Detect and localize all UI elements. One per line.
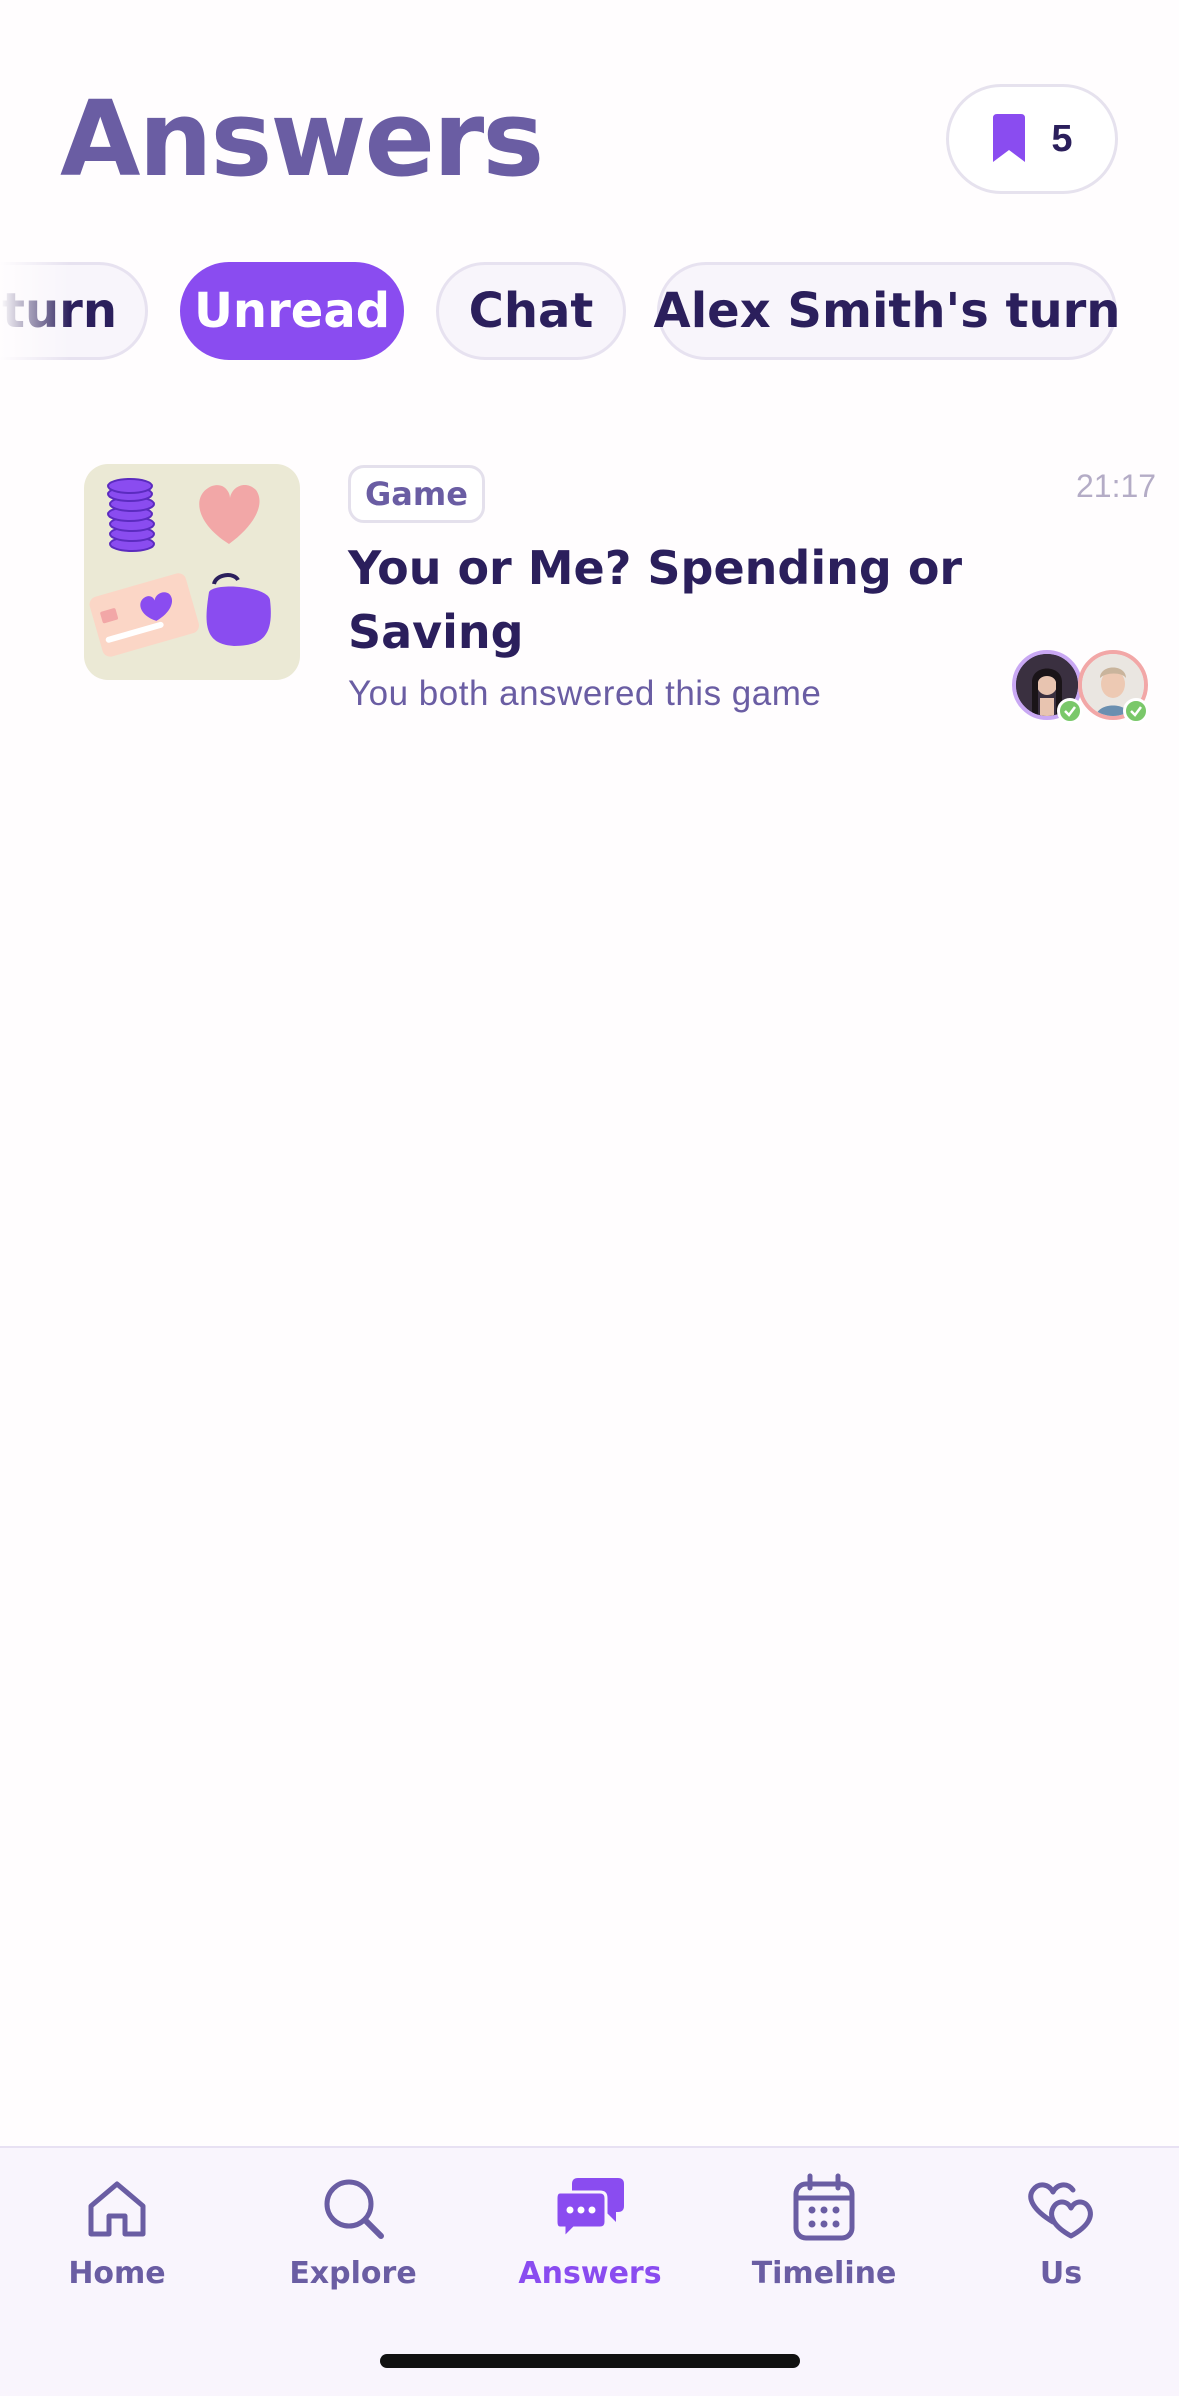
filter-chip-label: Alex Smith's turn — [653, 283, 1121, 339]
tab-label: Timeline — [751, 2256, 897, 2291]
tab-us[interactable]: Us — [961, 2172, 1161, 2302]
saved-button[interactable]: 5 — [946, 84, 1118, 194]
tab-label: Us — [1039, 2256, 1083, 2291]
check-icon — [1057, 698, 1083, 724]
coins-icon — [107, 478, 155, 552]
page-title: Answers — [60, 78, 544, 200]
saved-count: 5 — [1051, 117, 1073, 160]
tab-explore[interactable]: Explore — [253, 2172, 453, 2302]
filter-chip-label: Chat — [468, 283, 594, 339]
filter-row: turn Unread Chat Alex Smith's turn — [0, 262, 1179, 362]
tab-label: Home — [68, 2256, 166, 2291]
filter-chip-unread[interactable]: Unread — [180, 262, 404, 360]
home-icon — [88, 2181, 146, 2237]
tab-label: Answers — [518, 2256, 662, 2291]
filter-chip-partner-turn[interactable]: Alex Smith's turn — [654, 262, 1120, 360]
type-badge: Game — [348, 465, 485, 523]
scroll-fade — [0, 262, 70, 362]
calendar-icon — [793, 2173, 855, 2241]
heart-icon — [199, 484, 260, 544]
tab-label: Explore — [289, 2256, 417, 2291]
bookmark-icon — [993, 114, 1026, 162]
filter-chip-label: Unread — [193, 283, 391, 339]
tab-home[interactable]: Home — [17, 2172, 217, 2302]
answer-list-item[interactable]: Game 21:17 You or Me? Spending or Saving… — [0, 450, 1179, 730]
card-icon — [89, 573, 199, 657]
tab-answers[interactable]: Answers — [490, 2172, 690, 2302]
search-icon — [324, 2179, 384, 2239]
purse-icon — [206, 573, 271, 646]
check-icon — [1123, 698, 1149, 724]
home-indicator — [380, 2354, 800, 2368]
tab-timeline[interactable]: Timeline — [724, 2172, 924, 2302]
two-hearts-icon — [1028, 2182, 1093, 2239]
answer-subtitle: You both answered this game — [348, 674, 822, 713]
game-thumbnail — [84, 464, 300, 680]
chat-bubbles-icon — [554, 2178, 624, 2242]
answer-title: You or Me? Spending or Saving — [348, 541, 963, 659]
timestamp: 21:17 — [1076, 468, 1157, 504]
filter-chip-chat[interactable]: Chat — [436, 262, 626, 360]
